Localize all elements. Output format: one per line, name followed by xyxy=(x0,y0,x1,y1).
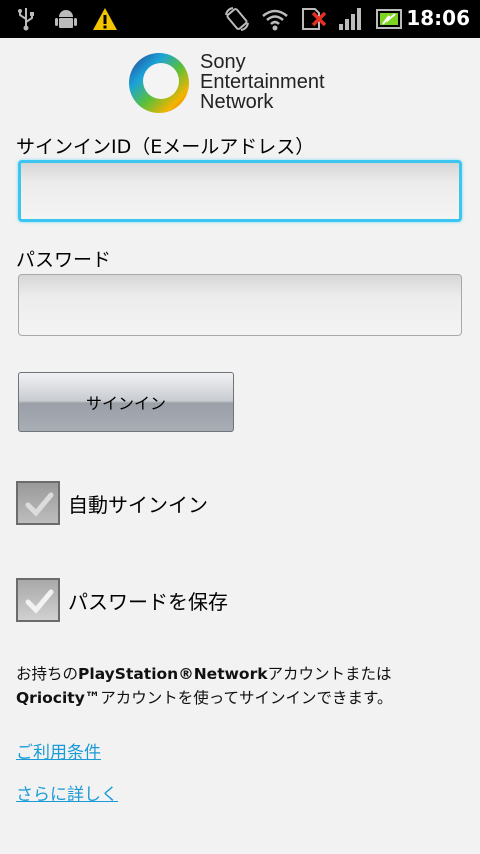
save-password-label: パスワードを保存 xyxy=(68,589,228,614)
warning-icon xyxy=(93,8,117,30)
note-line1-bold: PlayStation®Network xyxy=(78,665,268,683)
save-password-checkbox[interactable] xyxy=(16,578,60,622)
status-bar: 18:06 xyxy=(0,0,480,38)
auto-signin-row[interactable]: 自動サインイン xyxy=(16,480,208,526)
auto-signin-checkbox[interactable] xyxy=(16,481,60,525)
checkmark-icon xyxy=(25,589,54,614)
auto-signin-label: 自動サインイン xyxy=(68,492,208,517)
note-line-2: Qriocity™アカウントを使ってサインインできます。 xyxy=(16,686,468,710)
checkmark-icon xyxy=(25,492,54,517)
no-sim-icon xyxy=(302,8,326,30)
password-field-frame xyxy=(18,274,462,336)
learn-more-link[interactable]: さらに詳しく xyxy=(16,780,118,805)
usb-icon xyxy=(18,8,34,31)
status-time: 18:06 xyxy=(406,6,470,30)
password-label: パスワード xyxy=(16,249,112,271)
note-line1-suffix: アカウントまたは xyxy=(267,665,392,683)
logo-line-sony: Sony xyxy=(200,51,246,73)
sen-logo-icon xyxy=(129,53,189,113)
note-line1-prefix: お持ちの xyxy=(16,665,79,683)
signin-id-label: サインインID（Eメールアドレス） xyxy=(16,136,315,158)
account-note: お持ちのPlayStation®Networkアカウントまたは Qriocity… xyxy=(16,662,468,710)
sen-logo-text: Sony Entertainment Network xyxy=(200,52,325,112)
password-input[interactable] xyxy=(19,275,461,335)
save-password-row[interactable]: パスワードを保存 xyxy=(16,577,228,623)
signin-button[interactable]: サインイン xyxy=(18,372,234,432)
note-line2-suffix: アカウントを使ってサインインできます。 xyxy=(100,689,393,707)
signin-id-input[interactable] xyxy=(21,163,459,219)
rotate-icon xyxy=(225,7,249,31)
wifi-icon xyxy=(262,9,288,31)
battery-icon xyxy=(376,9,402,29)
logo-line-entertainment: Entertainment xyxy=(200,71,325,93)
note-line-1: お持ちのPlayStation®Networkアカウントまたは xyxy=(16,662,468,686)
signal-icon xyxy=(339,8,361,30)
note-line2-bold: Qriocity™ xyxy=(16,689,101,707)
android-debug-icon xyxy=(55,10,77,28)
signin-id-field-frame xyxy=(18,160,462,222)
logo-line-network: Network xyxy=(200,91,274,113)
terms-link[interactable]: ご利用条件 xyxy=(16,738,101,763)
